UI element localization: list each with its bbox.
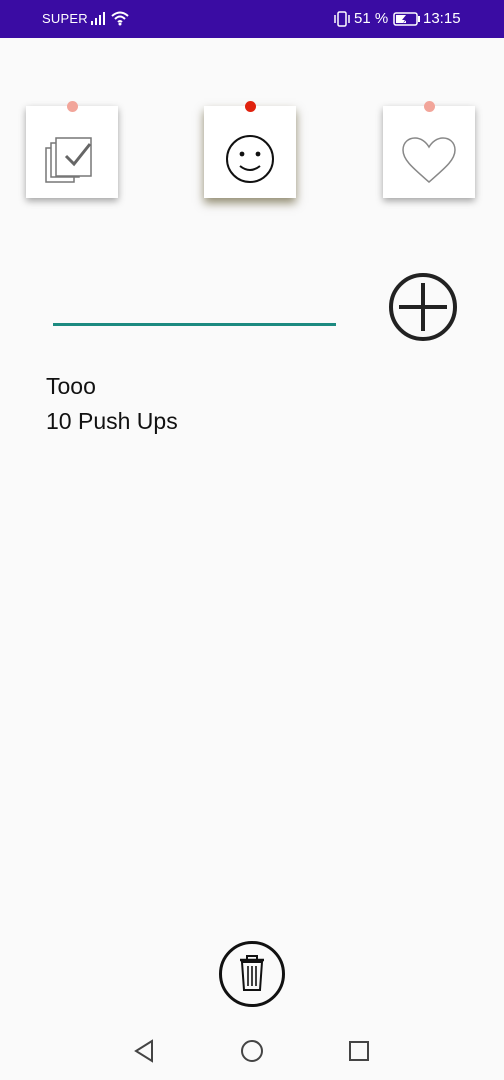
list-item[interactable]: Tooo (46, 373, 96, 400)
battery-charging-icon (393, 12, 420, 26)
checklist-icon (45, 137, 92, 183)
add-button[interactable] (388, 272, 458, 342)
tab-checklist[interactable] (26, 101, 118, 198)
wifi-icon (111, 11, 129, 26)
recent-apps-icon[interactable] (348, 1040, 370, 1062)
delete-button[interactable] (218, 940, 286, 1008)
todo-input-field[interactable] (53, 323, 336, 326)
tab-heart[interactable] (383, 101, 475, 198)
tab-smiley[interactable] (204, 101, 296, 198)
status-bar: SUPER 51 % 13:15 (0, 0, 504, 38)
battery-percent: 51 % (354, 10, 389, 27)
trash-icon (240, 955, 264, 991)
home-icon[interactable] (240, 1038, 264, 1064)
signal-icon (91, 12, 105, 25)
back-icon[interactable] (132, 1038, 156, 1064)
heart-icon (402, 137, 456, 183)
clock: 13:15 (423, 10, 461, 27)
smiley-icon (226, 135, 274, 183)
vibrate-icon (334, 11, 350, 27)
list-item[interactable]: 10 Push Ups (46, 408, 178, 435)
carrier-name: SUPER (42, 11, 88, 26)
